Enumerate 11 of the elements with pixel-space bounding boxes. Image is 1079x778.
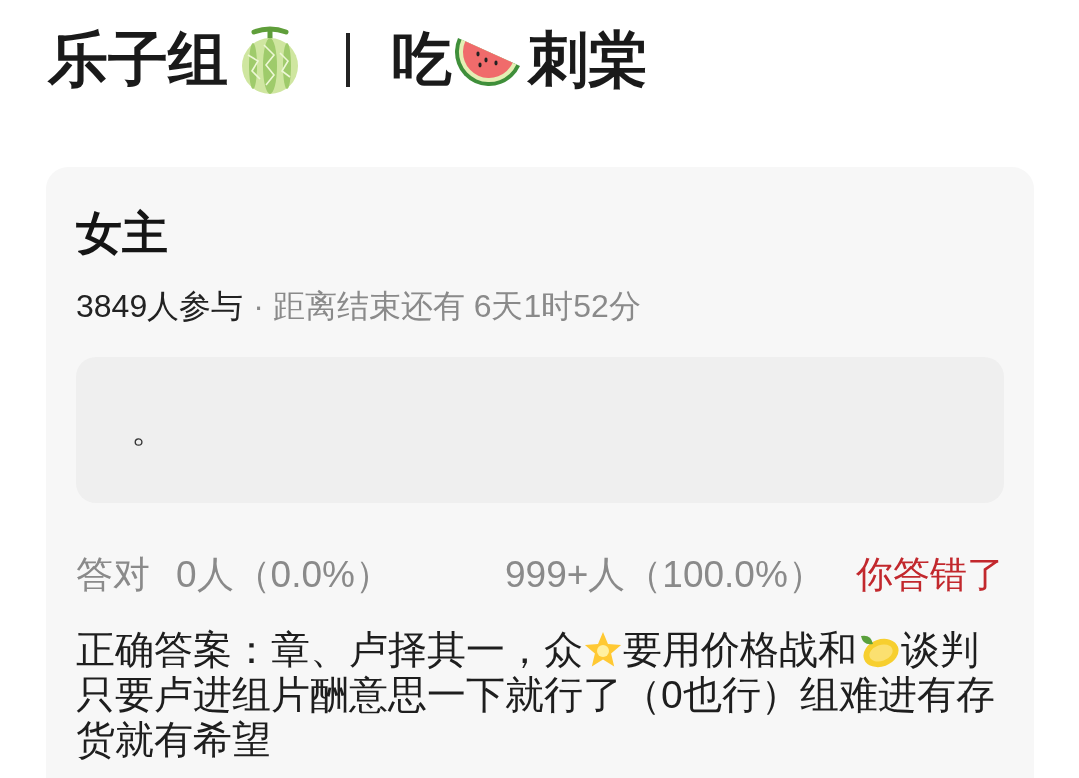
page-title: 乐子组 吃 刺棠 xyxy=(48,24,649,96)
verdict-text: 你答错了 xyxy=(856,553,1004,597)
star-icon xyxy=(583,630,623,668)
wrong-count: 999+人（100.0%） xyxy=(505,553,826,597)
countdown-text: · 距离结束还有 6天1时52分 xyxy=(253,287,641,326)
poll-title: 女主 xyxy=(76,206,169,261)
correct-label: 答对 xyxy=(76,553,150,597)
correct-count: 0人（0.0%） xyxy=(176,553,392,597)
correct-answer-text: 正确答案：章、卢择其一，众 要用价格战和 谈判只要卢进组片酬意思一下就行了（0也行）组难进有存货就有希望 xyxy=(76,627,996,762)
participant-count: 3849人参与 xyxy=(76,287,244,326)
submitted-answer-box: 。 xyxy=(76,357,1004,503)
